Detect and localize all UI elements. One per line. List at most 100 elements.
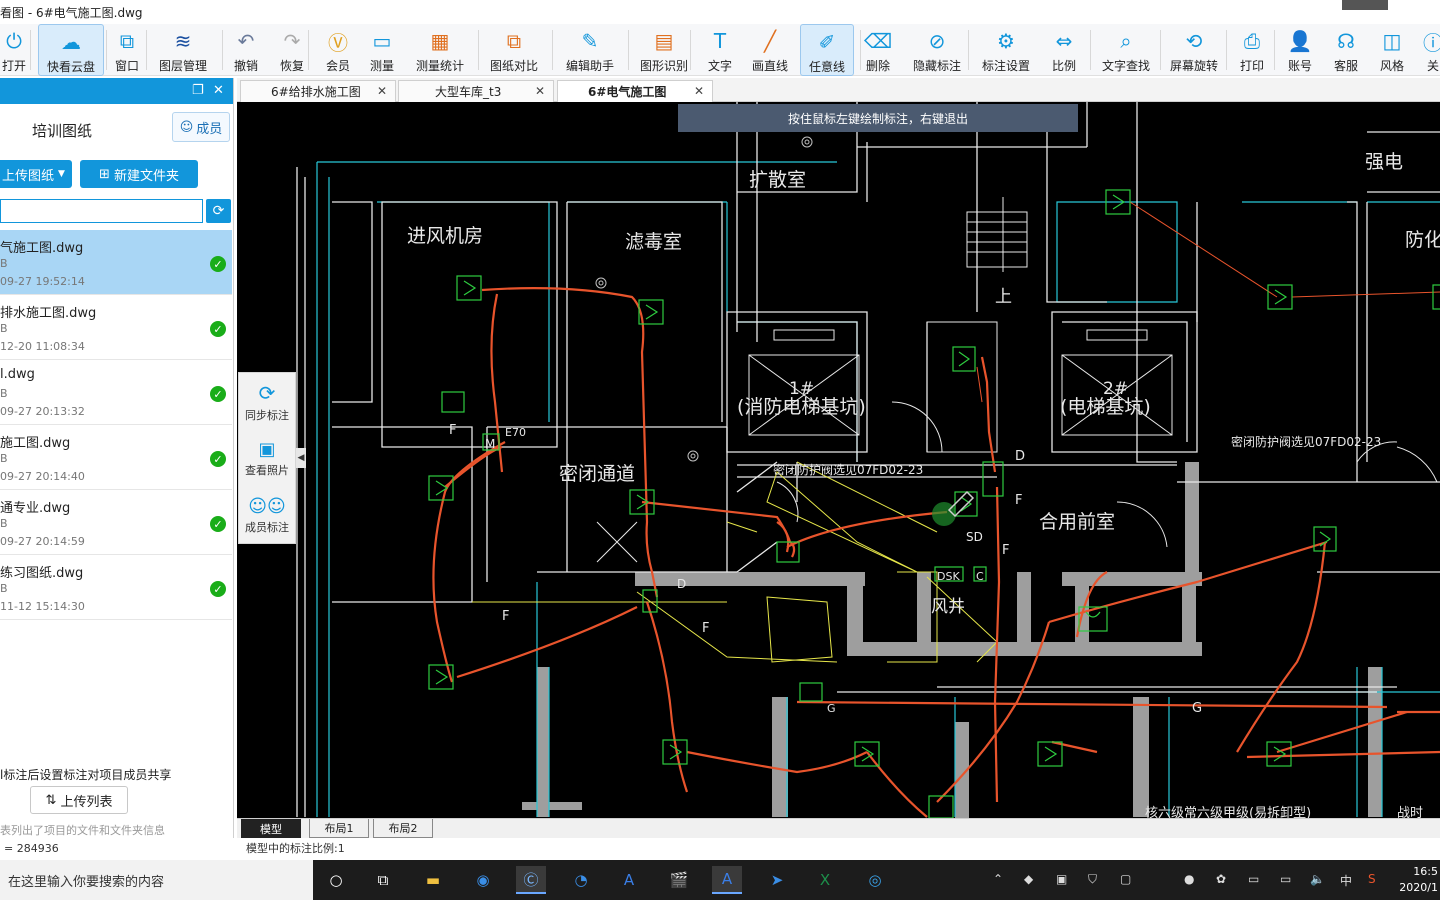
sogou-icon[interactable]: S <box>1368 872 1376 886</box>
cortana-icon[interactable]: ○ <box>321 866 351 894</box>
shield-icon[interactable]: ⛉ <box>1088 872 1097 887</box>
video-icon[interactable]: 🎬 <box>664 866 694 894</box>
toolbar-button-redo[interactable]: ↷ 恢复 <box>272 24 312 76</box>
feishu-icon[interactable]: ➤ <box>762 866 792 894</box>
edge-icon[interactable]: ◉ <box>468 866 498 894</box>
tray-app-icon[interactable]: ▣ <box>1056 872 1067 886</box>
close-tab-icon[interactable]: ✕ <box>694 84 704 98</box>
ime-indicator[interactable]: 中 <box>1340 872 1352 889</box>
clock[interactable]: 16:5 2020/1 <box>1399 864 1438 896</box>
toolbar-button-window[interactable]: ⧉ 窗口 <box>110 24 144 76</box>
restore-icon[interactable]: ❐ <box>192 83 204 98</box>
file-list-item[interactable]: 排水施工图.dwg B 12-20 11:08:34 ✓ <box>0 295 232 360</box>
battery-icon[interactable]: ▭ <box>1248 872 1259 886</box>
app-a2-icon[interactable]: A <box>712 866 742 894</box>
window-title: 看图 - 6#电气施工图.dwg <box>0 6 143 20</box>
tray-app-icon[interactable]: ✿ <box>1216 872 1226 886</box>
toolbar-button-rotate-screen[interactable]: ⟲ 屏幕旋转 <box>1164 24 1224 76</box>
toolbar-button-power[interactable]: ⏻ 打开 <box>0 24 28 76</box>
annotation-tools: ⟳ 同步标注 ▣ 查看照片 ☺☺ 成员标注 <box>238 372 296 544</box>
toolbar-button-pen[interactable]: ✐ 任意线 <box>800 24 854 76</box>
toolbar-button-scale[interactable]: ⇔ 比例 <box>1044 24 1084 76</box>
file-explorer-icon[interactable]: ▬ <box>418 866 448 894</box>
app-a-icon[interactable]: A <box>614 866 644 894</box>
sync-annotation-button[interactable]: ⟳ 同步标注 <box>239 373 295 430</box>
toolbar-button-vip[interactable]: Ⓥ 会员 <box>318 24 358 76</box>
valve-note: 密闭防护阀选见07FD02-23 <box>773 462 923 477</box>
collapse-tools-icon[interactable]: ◀ <box>296 448 306 468</box>
toolbar-button-about[interactable]: ⓘ 关 <box>1418 24 1440 76</box>
toolbar-label: 客服 <box>1333 59 1358 73</box>
toolbar-button-user[interactable]: 👤 账号 <box>1280 24 1320 76</box>
toolbar-button-hide[interactable]: ⊘ 隐藏标注 <box>906 24 968 76</box>
toolbar-button-text-search[interactable]: ⌕ 文字查找 <box>1096 24 1156 76</box>
toolbar-button-style[interactable]: ◫ 风格 <box>1372 24 1412 76</box>
task-view-icon[interactable]: ⧉ <box>368 866 398 894</box>
search-app-icon[interactable]: ◎ <box>860 866 890 894</box>
room-label: 合用前室 <box>1039 511 1115 533</box>
tab-water-drawing[interactable]: 6#给排水施工图 ✕ <box>240 80 396 102</box>
file-list-item[interactable]: l.dwg B 09-27 20:13:32 ✓ <box>0 360 232 425</box>
file-name: 通专业.dwg <box>0 501 71 516</box>
toolbar-button-annotation-settings[interactable]: ⚙ 标注设置 <box>976 24 1036 76</box>
network-icon[interactable]: ▭ <box>1280 872 1291 886</box>
toolbar-button-measure-stats[interactable]: ▦ 测量统计 <box>410 24 470 76</box>
tab-layout1[interactable]: 布局1 <box>309 819 369 838</box>
toolbar-button-compare[interactable]: ⧉ 图纸对比 <box>484 24 544 76</box>
toolbar-button-line[interactable]: ╱ 画直线 <box>746 24 794 76</box>
upload-list-button[interactable]: ⇅ 上传列表 <box>30 786 128 814</box>
tray-app-icon[interactable]: ◆ <box>1024 872 1033 886</box>
toolbar-button-eraser[interactable]: ⌫ 删除 <box>856 24 900 76</box>
chevron-up-icon[interactable]: ⌃ <box>993 872 1003 886</box>
toolbar-button-layers[interactable]: ≋ 图层管理 <box>150 24 216 76</box>
toolbar-button-undo[interactable]: ↶ 撤销 <box>226 24 266 76</box>
scale-icon: ⇔ <box>1055 29 1073 53</box>
cad-viewer-icon[interactable]: Ⓒ <box>516 866 546 894</box>
text-icon: T <box>713 29 727 53</box>
file-search-input[interactable] <box>0 199 203 223</box>
member-annotation-button[interactable]: ☺☺ 成员标注 <box>239 487 295 544</box>
taskbar-search-input[interactable]: 在这里输入你要搜索的内容 <box>0 860 313 900</box>
tab-electrical-drawing[interactable]: 6#电气施工图 ✕ <box>557 80 713 102</box>
toolbar-button-cloud[interactable]: ☁ 快看云盘 <box>38 24 104 76</box>
toolbar-button-text[interactable]: T 文字 <box>700 24 740 76</box>
volume-icon[interactable]: 🔈 <box>1310 872 1325 886</box>
view-photos-button[interactable]: ▣ 查看照片 <box>239 430 295 487</box>
tab-layout2[interactable]: 布局2 <box>373 819 433 838</box>
new-folder-button[interactable]: ⊞ 新建文件夹 <box>80 160 198 188</box>
toolbar-button-headset[interactable]: ☊ 客服 <box>1326 24 1366 76</box>
cable-tag: M <box>485 437 495 451</box>
refresh-icon[interactable]: ⟳ <box>206 199 231 223</box>
title-bar: 看图 - 6#电气施工图.dwg <box>0 0 1440 24</box>
toolbar-button-ruler[interactable]: ▭ 测量 <box>362 24 402 76</box>
file-list-item[interactable]: 通专业.dwg B 09-27 20:14:59 ✓ <box>0 490 232 555</box>
file-list-item[interactable]: 气施工图.dwg B 09-27 19:52:14 ✓ <box>0 230 232 295</box>
file-list-item[interactable]: 练习图纸.dwg B 11-12 15:14:30 ✓ <box>0 555 232 620</box>
dropdown-icon[interactable]: ▼ <box>58 169 65 179</box>
toolbar-button-edit-assistant[interactable]: ✎ 编辑助手 <box>560 24 620 76</box>
tray-app-icon[interactable]: ● <box>1184 872 1194 886</box>
close-tab-icon[interactable]: ✕ <box>535 84 545 98</box>
close-tab-icon[interactable]: ✕ <box>377 84 387 98</box>
main-toolbar: ⏻ 打开 ☁ 快看云盘 ⧉ 窗口 ≋ 图层管理 ↶ 撤销 ↷ 恢复 Ⓥ 会员 ▭ 测量 ▦ 测量统计 ⧉ 图纸对比 ✎ 编… <box>0 24 1440 76</box>
members-button[interactable]: ☺ 成员 <box>172 112 230 142</box>
toolbar-separator <box>222 30 223 70</box>
browser-icon[interactable]: ◔ <box>566 866 596 894</box>
tab-model[interactable]: 模型 <box>241 819 301 838</box>
toolbar-button-shape-recognition[interactable]: ▤ 图形识别 <box>634 24 694 76</box>
tab-garage-drawing[interactable]: 大型车库_t3 ✕ <box>398 80 554 102</box>
cable-letter-f: F <box>1015 493 1022 508</box>
file-name: 施工图.dwg <box>0 436 71 451</box>
tray-app-icon[interactable]: ▢ <box>1120 872 1131 886</box>
file-list-item[interactable]: 施工图.dwg B 09-27 20:14:40 ✓ <box>0 425 232 490</box>
about-icon: ⓘ <box>1423 30 1440 55</box>
toolbar-label: 撤销 <box>233 59 258 73</box>
excel-icon[interactable]: X <box>810 866 840 894</box>
upload-drawing-button[interactable]: 上传图纸 ▼ <box>0 160 72 188</box>
close-icon[interactable]: ✕ <box>213 83 224 98</box>
window-controls[interactable] <box>1342 0 1388 10</box>
status-bar: 模型中的标注比例:1 <box>237 840 1440 858</box>
drawing-canvas[interactable]: 进风机房 滤毒室 扩散室 强电 防化值 密闭通道 (消防电梯基坑) (电梯基坑)… <box>237 102 1440 818</box>
toolbar-separator <box>628 30 629 70</box>
toolbar-button-printer[interactable]: ⎙ 打印 <box>1232 24 1272 76</box>
